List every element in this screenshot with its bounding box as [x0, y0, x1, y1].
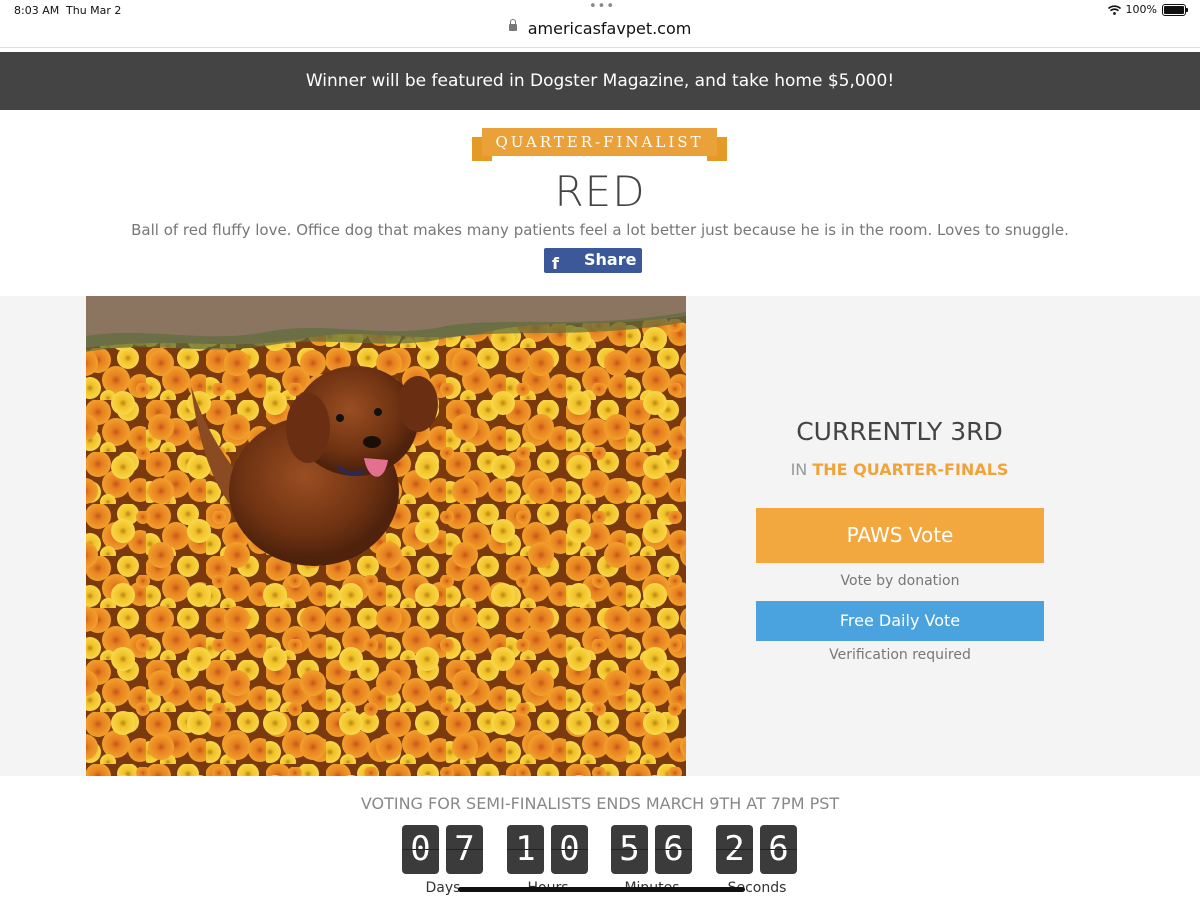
- countdown-minutes-digit: 5: [611, 825, 648, 874]
- pet-photo: [86, 296, 686, 776]
- countdown-seconds-digit: 6: [760, 825, 797, 874]
- multitasking-dots-icon[interactable]: •••: [589, 0, 615, 14]
- pet-name: RED: [554, 167, 646, 216]
- countdown-hours-digit: 1: [507, 825, 544, 874]
- promo-banner: Winner will be featured in Dogster Magaz…: [0, 52, 1200, 110]
- ranking-subtitle: IN THE QUARTER-FINALS: [755, 460, 1044, 479]
- voting-deadline-message: VOTING FOR SEMI-FINALISTS ENDS MARCH 9TH…: [360, 794, 840, 813]
- facebook-icon: f: [552, 254, 559, 273]
- paws-vote-button[interactable]: PAWS Vote: [756, 508, 1044, 563]
- badge-label: QUARTER-FINALIST: [482, 128, 717, 156]
- countdown-minutes-digit: 6: [655, 825, 692, 874]
- battery-icon: [1162, 3, 1188, 16]
- url-text: americasfavpet.com: [527, 19, 692, 38]
- share-label: Share: [584, 250, 637, 269]
- status-right: 100%: [1107, 3, 1188, 16]
- facebook-share-button[interactable]: f Share: [544, 248, 642, 273]
- status-time: 8:03 AM: [14, 4, 60, 17]
- ranking-title: CURRENTLY 3RD: [796, 417, 1003, 446]
- paws-vote-note: Vote by donation: [840, 573, 960, 589]
- address-bar[interactable]: americasfavpet.com: [0, 18, 1200, 46]
- status-date: Thu Mar 2: [66, 4, 122, 17]
- wifi-icon: [1107, 4, 1121, 15]
- countdown-days-digit: 0: [402, 825, 439, 874]
- countdown-days-digit: 7: [446, 825, 483, 874]
- ranking-stage-link[interactable]: THE QUARTER-FINALS: [812, 460, 1008, 479]
- pet-description: Ball of red fluffy love. Office dog that…: [131, 221, 1069, 239]
- address-bar-divider: [0, 47, 1200, 48]
- ranking-prefix: IN: [790, 460, 808, 479]
- free-vote-note: Verification required: [829, 647, 971, 663]
- free-daily-vote-button[interactable]: Free Daily Vote: [756, 601, 1044, 641]
- countdown-hours-digit: 0: [551, 825, 588, 874]
- lock-icon: [508, 19, 517, 31]
- countdown-seconds-digit: 2: [716, 825, 753, 874]
- battery-percent: 100%: [1125, 3, 1157, 16]
- quarter-finalist-badge: QUARTER-FINALIST: [472, 128, 727, 162]
- home-indicator[interactable]: [458, 887, 745, 892]
